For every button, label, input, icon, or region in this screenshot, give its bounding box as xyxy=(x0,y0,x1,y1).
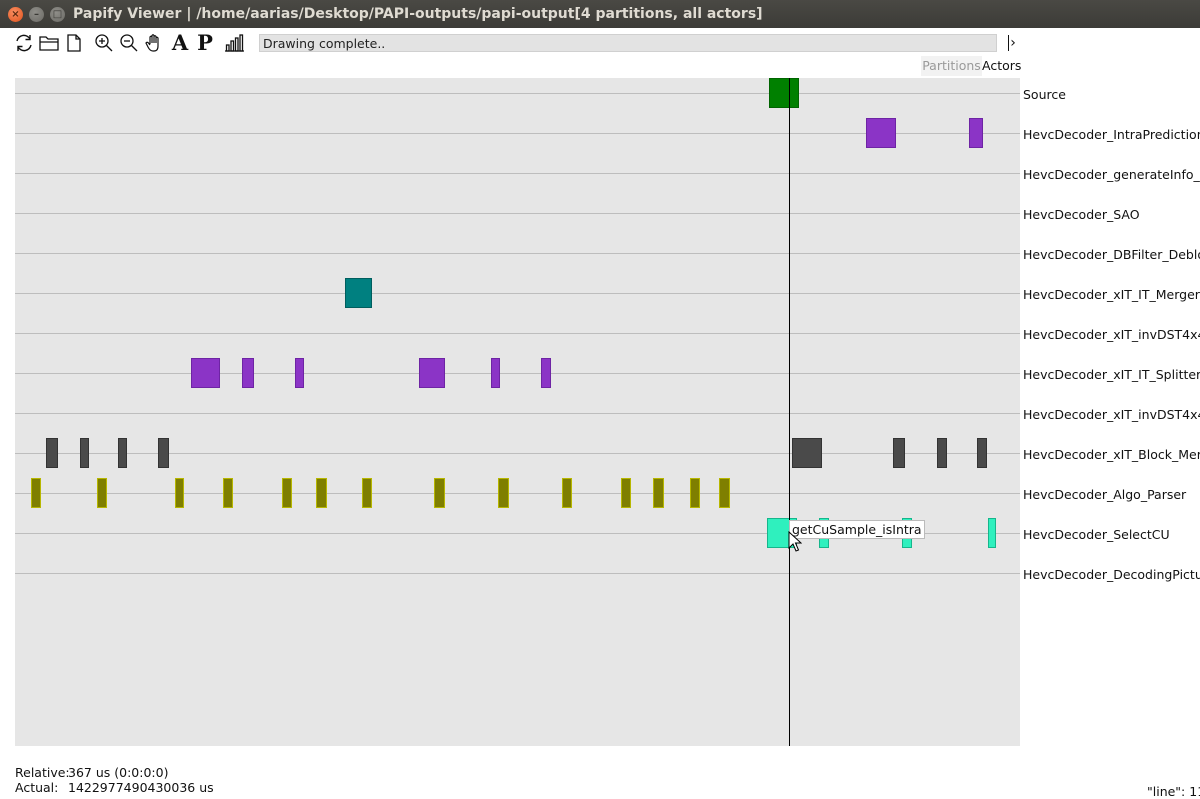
execution-block-algo-parser[interactable] xyxy=(719,478,730,508)
row-label: HevcDecoder_Algo_Parser xyxy=(1023,487,1187,502)
execution-block-it-merger[interactable] xyxy=(345,278,372,308)
zoom-in-icon[interactable] xyxy=(93,32,115,54)
partitions-view-letter: P xyxy=(197,30,213,55)
execution-block-it-splitter[interactable] xyxy=(541,358,551,388)
pan-hand-icon[interactable] xyxy=(143,32,165,54)
execution-block-it-splitter[interactable] xyxy=(491,358,500,388)
relative-time-label: Relative: xyxy=(15,765,70,780)
row-label: HevcDecoder_xIT_IT_Merger xyxy=(1023,287,1200,302)
relative-time-value: 367 us (0:0:0:0) xyxy=(68,765,169,780)
execution-block-block-merge[interactable] xyxy=(937,438,947,468)
execution-block-block-merge[interactable] xyxy=(792,438,822,468)
execution-block-block-merge[interactable] xyxy=(46,438,58,468)
row-label: HevcDecoder_xIT_IT_Splitter xyxy=(1023,367,1200,382)
execution-block-block-merge[interactable] xyxy=(118,438,127,468)
maximize-window-button[interactable]: □ xyxy=(50,7,65,22)
execution-block-algo-parser[interactable] xyxy=(31,478,41,508)
execution-block-algo-parser[interactable] xyxy=(498,478,509,508)
row-label: Source xyxy=(1023,87,1066,102)
row-label: HevcDecoder_xIT_invDST4x4_ xyxy=(1023,327,1200,342)
row-label: HevcDecoder_xIT_Block_Merge xyxy=(1023,447,1200,462)
execution-block-it-splitter[interactable] xyxy=(191,358,220,388)
statistics-chart-icon[interactable] xyxy=(223,32,245,54)
execution-block-intraprediction[interactable] xyxy=(866,118,896,148)
execution-block-algo-parser[interactable] xyxy=(653,478,664,508)
execution-block-block-merge[interactable] xyxy=(893,438,905,468)
execution-block-algo-parser[interactable] xyxy=(316,478,327,508)
row-gridline xyxy=(15,413,1020,414)
row-gridline xyxy=(15,493,1020,494)
execution-block-algo-parser[interactable] xyxy=(175,478,184,508)
row-label: HevcDecoder_xIT_invDST4x4_ xyxy=(1023,407,1200,422)
close-window-button[interactable]: × xyxy=(8,7,23,22)
row-label: HevcDecoder_SAO xyxy=(1023,207,1140,222)
execution-block-block-merge[interactable] xyxy=(158,438,169,468)
row-label: HevcDecoder_IntraPrediction xyxy=(1023,127,1200,142)
row-gridline xyxy=(15,333,1020,334)
row-gridline xyxy=(15,173,1020,174)
partitions-view-icon[interactable]: P xyxy=(194,32,216,54)
execution-block-block-merge[interactable] xyxy=(977,438,987,468)
block-tooltip: getCuSample_isIntra xyxy=(789,520,925,539)
actual-time-value: 1422977490430036 us xyxy=(68,780,214,795)
execution-block-algo-parser[interactable] xyxy=(282,478,292,508)
row-gridline xyxy=(15,213,1020,214)
execution-block-selectcu[interactable] xyxy=(988,518,996,548)
execution-block-algo-parser[interactable] xyxy=(434,478,445,508)
new-file-icon[interactable] xyxy=(63,32,85,54)
execution-block-it-splitter[interactable] xyxy=(419,358,445,388)
execution-block-algo-parser[interactable] xyxy=(223,478,233,508)
minimize-window-button[interactable]: – xyxy=(29,7,44,22)
window-title: Papify Viewer | /home/aarias/Desktop/PAP… xyxy=(73,6,763,22)
status-field: Drawing complete.. xyxy=(259,34,997,52)
row-label: HevcDecoder_DecodingPicture xyxy=(1023,567,1200,582)
line-info: "line": 11 xyxy=(1147,784,1200,799)
mouse-pointer-icon xyxy=(788,531,802,552)
execution-block-algo-parser[interactable] xyxy=(562,478,572,508)
title-bar: × – □ Papify Viewer | /home/aarias/Deskt… xyxy=(0,0,1200,29)
tab-partitions[interactable]: Partitions xyxy=(921,56,982,76)
zoom-out-icon[interactable] xyxy=(118,32,140,54)
row-gridline xyxy=(15,573,1020,574)
actors-view-icon[interactable]: A xyxy=(169,32,191,54)
row-gridline xyxy=(15,93,1020,94)
tab-actors[interactable]: Actors xyxy=(982,56,1021,76)
row-label: HevcDecoder_generateInfo_Ge xyxy=(1023,167,1200,182)
actual-time-label: Actual: xyxy=(15,780,59,795)
row-gridline xyxy=(15,293,1020,294)
row-gridline xyxy=(15,253,1020,254)
open-folder-icon[interactable] xyxy=(38,32,60,54)
execution-block-algo-parser[interactable] xyxy=(621,478,631,508)
execution-block-algo-parser[interactable] xyxy=(362,478,372,508)
execution-block-it-splitter[interactable] xyxy=(242,358,254,388)
execution-block-it-splitter[interactable] xyxy=(295,358,304,388)
actors-view-letter: A xyxy=(171,30,189,55)
execution-block-source[interactable] xyxy=(769,78,799,108)
execution-block-algo-parser[interactable] xyxy=(97,478,107,508)
collapse-panel-button[interactable]: › xyxy=(1006,33,1020,53)
row-label: HevcDecoder_DBFilter_Debloc xyxy=(1023,247,1200,262)
timeline-plot[interactable] xyxy=(15,78,1020,746)
execution-block-intraprediction[interactable] xyxy=(969,118,983,148)
row-label: HevcDecoder_SelectCU xyxy=(1023,527,1170,542)
execution-block-block-merge[interactable] xyxy=(80,438,89,468)
time-cursor-line xyxy=(789,78,790,746)
row-gridline xyxy=(15,373,1020,374)
reload-icon[interactable] xyxy=(13,32,35,54)
execution-block-algo-parser[interactable] xyxy=(690,478,700,508)
